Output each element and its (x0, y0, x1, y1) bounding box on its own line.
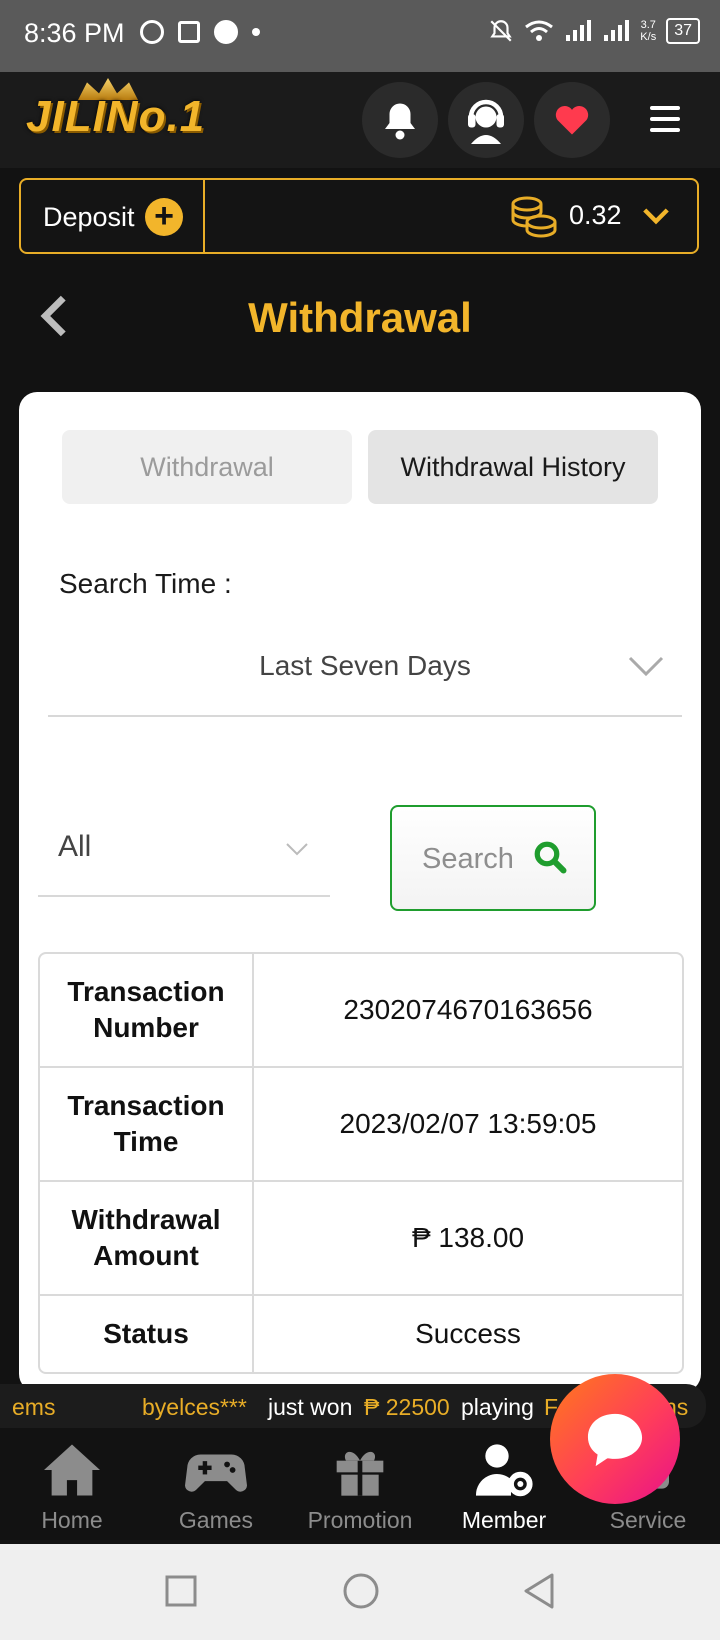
ticker-fragment: ems (12, 1394, 56, 1420)
period-value: Last Seven Days (259, 650, 471, 681)
nav-games[interactable]: Games (144, 1442, 288, 1534)
withdrawal-amount-label: Withdrawal Amount (40, 1182, 254, 1294)
support-agent-icon (468, 99, 504, 144)
ticker-playing-text: playing (461, 1394, 534, 1420)
home-icon (44, 1444, 100, 1496)
signal-icon-2 (604, 20, 630, 41)
notifications-button[interactable] (362, 82, 438, 158)
search-button-label: Search (422, 843, 514, 875)
period-select[interactable]: Last Seven Days (48, 620, 682, 717)
back-triangle-icon[interactable] (522, 1572, 556, 1610)
wallet-bar: Deposit + 0.32 (19, 178, 699, 254)
wallet-divider (203, 180, 205, 252)
recents-square-icon[interactable] (164, 1574, 198, 1608)
transaction-number-value: 2302074670163656 (343, 994, 593, 1025)
transaction-time-value: 2023/02/07 13:59:05 (339, 1108, 597, 1139)
table-row: Transaction Number 2302074670163656 (40, 954, 682, 1068)
status-label: Status (40, 1296, 254, 1372)
nav-member-label: Member (461, 1507, 547, 1533)
brand-logo[interactable]: JILINo.1 (26, 92, 205, 142)
nav-promotion-label: Promotion (307, 1507, 413, 1533)
status-notification-icons (140, 20, 260, 44)
status-value: Success (415, 1318, 521, 1349)
search-time-label: Search Time : (59, 568, 232, 599)
coins-icon (511, 196, 557, 238)
menu-icon[interactable] (650, 106, 680, 139)
home-circle-icon[interactable] (342, 1572, 380, 1610)
favorites-button[interactable] (534, 82, 610, 158)
live-chat-button[interactable] (550, 1374, 680, 1504)
member-settings-icon (475, 1444, 533, 1497)
nav-home-label: Home (41, 1507, 103, 1533)
wallet-balance: 0.32 (569, 200, 622, 230)
status-bar: 8:36 PM 3.7 K/s 37 (0, 0, 720, 72)
gift-icon (336, 1451, 384, 1496)
withdrawal-card: Withdrawal Withdrawal History Search Tim… (19, 392, 701, 1392)
ticker-user: byelces*** (142, 1394, 247, 1420)
type-value: All (58, 830, 92, 863)
transaction-number-label: Transaction Number (40, 954, 254, 1066)
chrome-icon (140, 20, 164, 44)
customer-support-button[interactable] (448, 82, 524, 158)
ticker-won-text: just won (268, 1394, 353, 1420)
bell-icon (385, 103, 415, 140)
gamepad-icon (185, 1454, 247, 1492)
wifi-icon (525, 20, 554, 41)
android-nav-bar (0, 1544, 720, 1640)
battery-icon: 37 (666, 18, 700, 44)
search-icon (534, 841, 567, 874)
nav-games-label: Games (178, 1507, 254, 1533)
chevron-down-icon (628, 656, 664, 677)
heart-icon (555, 106, 589, 135)
app-notification-icon (178, 21, 200, 43)
status-right-icons: 3.7 K/s 37 (488, 18, 700, 44)
transaction-table: Transaction Number 2302074670163656 Tran… (38, 952, 684, 1374)
type-select[interactable]: All (38, 800, 330, 897)
tab-withdrawal-history[interactable]: Withdrawal History (368, 430, 658, 504)
page-title: Withdrawal (248, 294, 472, 341)
withdrawal-amount-value: ₱ 138.00 (411, 1222, 525, 1253)
bell-off-icon (490, 20, 512, 42)
chevron-down-icon (286, 843, 308, 856)
table-row: Status Success (40, 1296, 682, 1372)
table-row: Transaction Time 2023/02/07 13:59:05 (40, 1068, 682, 1182)
network-speed: 3.7 K/s (640, 19, 657, 43)
transaction-time-label: Transaction Time (40, 1068, 254, 1180)
nav-promotion[interactable]: Promotion (288, 1442, 432, 1534)
status-time: 8:36 PM (24, 18, 125, 48)
page-header: Withdrawal (0, 264, 720, 384)
signal-icon (566, 20, 592, 41)
deposit-button[interactable]: Deposit (43, 202, 135, 233)
nav-home[interactable]: Home (0, 1442, 144, 1534)
app-header: JILINo.1 (0, 72, 720, 168)
tab-withdrawal[interactable]: Withdrawal (62, 430, 352, 504)
search-button[interactable]: Search (390, 805, 596, 911)
nav-service-label: Service (609, 1507, 687, 1533)
plus-circle-icon[interactable]: + (145, 198, 183, 236)
chat-bubble-icon (587, 1413, 643, 1467)
table-row: Withdrawal Amount ₱ 138.00 (40, 1182, 682, 1296)
more-notifications-icon (252, 28, 260, 36)
chevron-down-icon[interactable] (641, 200, 671, 230)
ticker-amount: ₱ 22500 (364, 1394, 450, 1420)
circle-notification-icon (214, 20, 238, 44)
